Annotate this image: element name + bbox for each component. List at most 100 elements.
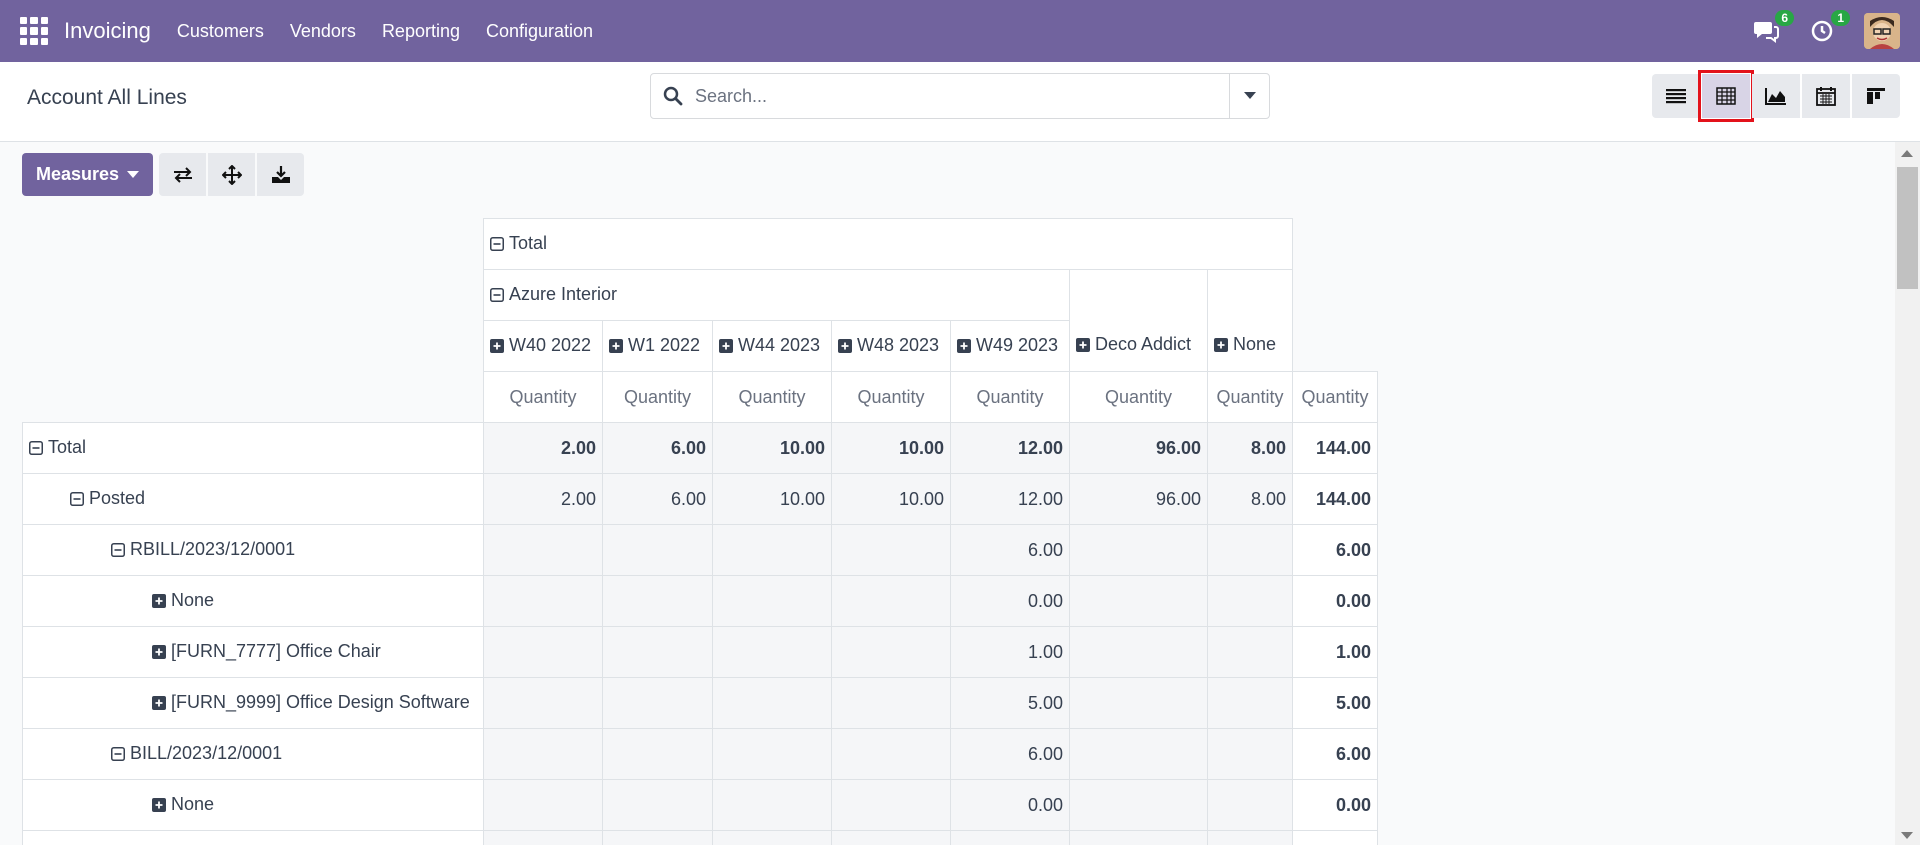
menu-configuration[interactable]: Configuration [486,21,593,42]
pivot-cell[interactable] [1207,575,1293,627]
search-options-toggle[interactable] [1229,74,1269,118]
expand-all-button[interactable] [208,153,255,196]
pivot-total-cell[interactable]: 6.00 [1292,728,1378,780]
pivot-cell[interactable] [712,626,832,678]
menu-reporting[interactable]: Reporting [382,21,460,42]
pivot-cell[interactable]: 2.00 [483,422,603,474]
pivot-total-cell[interactable]: 0.00 [1292,575,1378,627]
pivot-cell[interactable]: 10.00 [712,473,832,525]
pivot-cell[interactable] [602,830,713,845]
app-brand[interactable]: Invoicing [64,18,151,44]
calendar-view-button[interactable] [1802,74,1850,118]
menu-customers[interactable]: Customers [177,21,264,42]
pivot-view-button[interactable] [1698,70,1754,122]
row-header[interactable]: None [22,779,484,831]
flip-axis-button[interactable] [159,153,206,196]
pivot-cell[interactable]: 6.00 [950,728,1070,780]
graph-view-button[interactable] [1752,74,1800,118]
measure-header-quantity[interactable]: Quantity [831,371,951,423]
col-header-week[interactable]: W49 2023 [950,320,1070,372]
pivot-cell[interactable] [1069,779,1208,831]
pivot-cell[interactable] [1069,728,1208,780]
pivot-cell[interactable] [1069,626,1208,678]
list-view-button[interactable] [1652,74,1700,118]
pivot-cell[interactable]: 5.00 [950,677,1070,729]
pivot-cell[interactable] [831,626,951,678]
pivot-cell[interactable] [1207,626,1293,678]
pivot-cell[interactable] [712,575,832,627]
pivot-cell[interactable]: 0.00 [950,575,1070,627]
row-header[interactable]: [FURN_7777] Office Chair [22,626,484,678]
pivot-cell[interactable] [712,830,832,845]
col-header-none[interactable]: None [1207,269,1293,372]
row-header[interactable]: RBILL/2023/12/0001 [22,524,484,576]
pivot-cell[interactable] [1069,524,1208,576]
scrollbar-thumb[interactable] [1897,167,1918,289]
pivot-cell[interactable] [950,830,1070,845]
apps-grid-icon[interactable] [20,17,48,45]
pivot-cell[interactable] [712,524,832,576]
pivot-total-cell[interactable]: 5.00 [1292,677,1378,729]
measure-header-quantity[interactable]: Quantity [602,371,713,423]
pivot-cell[interactable] [1069,575,1208,627]
pivot-cell[interactable] [483,575,603,627]
measure-header-quantity[interactable]: Quantity [950,371,1070,423]
scroll-down-arrow[interactable] [1901,832,1913,839]
pivot-total-cell[interactable]: 144.00 [1292,422,1378,474]
pivot-cell[interactable] [1069,830,1208,845]
col-header-deco-addict[interactable]: Deco Addict [1069,269,1208,372]
measure-header-quantity[interactable]: Quantity [1292,371,1378,423]
pivot-cell[interactable] [1207,830,1293,845]
pivot-cell[interactable]: 8.00 [1207,422,1293,474]
pivot-cell[interactable] [483,524,603,576]
pivot-cell[interactable] [831,677,951,729]
pivot-cell[interactable] [712,728,832,780]
row-header[interactable]: [FURN_9999] Office Design Software [22,677,484,729]
pivot-cell[interactable]: 10.00 [831,473,951,525]
download-xlsx-button[interactable] [257,153,304,196]
pivot-cell[interactable]: 0.00 [950,779,1070,831]
pivot-cell[interactable]: 1.00 [950,626,1070,678]
col-header-total[interactable]: Total [483,218,1293,270]
col-header-week[interactable]: W40 2022 [483,320,603,372]
pivot-cell[interactable]: 10.00 [831,422,951,474]
pivot-cell[interactable]: 6.00 [950,524,1070,576]
pivot-cell[interactable] [831,728,951,780]
pivot-cell[interactable] [602,626,713,678]
row-header[interactable]: None [22,575,484,627]
pivot-cell[interactable]: 2.00 [483,473,603,525]
pivot-cell[interactable]: 12.00 [950,422,1070,474]
pivot-cell[interactable] [483,626,603,678]
pivot-cell[interactable] [1207,779,1293,831]
row-header[interactable] [22,830,484,845]
pivot-cell[interactable] [831,830,951,845]
messages-icon[interactable]: 6 [1752,10,1794,45]
pivot-cell[interactable] [831,779,951,831]
measures-dropdown-button[interactable]: Measures [22,153,153,196]
row-header[interactable]: BILL/2023/12/0001 [22,728,484,780]
pivot-cell[interactable] [602,779,713,831]
pivot-cell[interactable] [602,575,713,627]
pivot-cell[interactable] [1069,677,1208,729]
kanban-view-button[interactable] [1852,74,1900,118]
pivot-total-cell[interactable]: 0.00 [1292,779,1378,831]
scroll-up-arrow[interactable] [1901,150,1913,157]
pivot-cell[interactable] [483,728,603,780]
pivot-total-cell[interactable] [1292,830,1378,845]
pivot-cell[interactable]: 10.00 [712,422,832,474]
col-header-azure-interior[interactable]: Azure Interior [483,269,1070,321]
pivot-cell[interactable] [712,779,832,831]
pivot-cell[interactable]: 12.00 [950,473,1070,525]
measure-header-quantity[interactable]: Quantity [483,371,603,423]
pivot-cell[interactable] [712,677,832,729]
pivot-cell[interactable]: 96.00 [1069,473,1208,525]
row-header[interactable]: Posted [22,473,484,525]
row-header[interactable]: Total [22,422,484,474]
measure-header-quantity[interactable]: Quantity [1069,371,1208,423]
pivot-cell[interactable] [1207,677,1293,729]
pivot-total-cell[interactable]: 144.00 [1292,473,1378,525]
pivot-cell[interactable] [602,524,713,576]
col-header-week[interactable]: W1 2022 [602,320,713,372]
pivot-cell[interactable]: 6.00 [602,473,713,525]
pivot-total-cell[interactable]: 1.00 [1292,626,1378,678]
